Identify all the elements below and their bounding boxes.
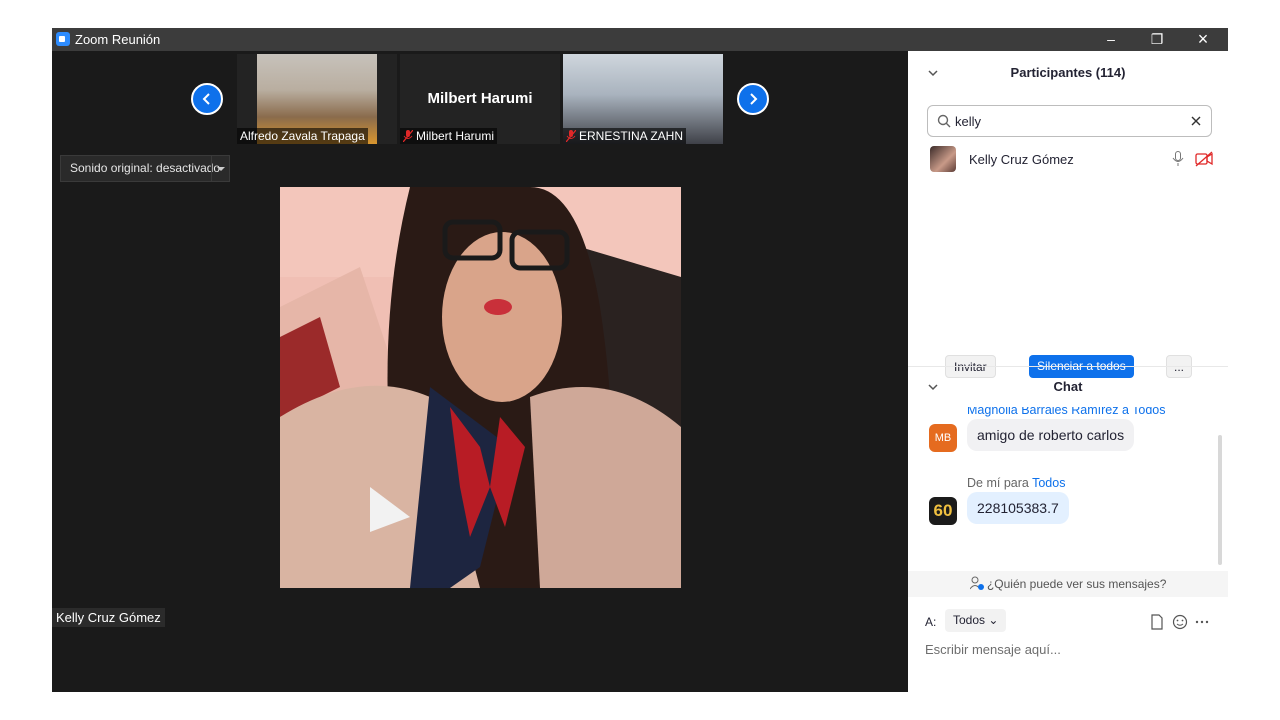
message-visibility-text: ¿Quién puede ver sus mensajes? (986, 577, 1167, 591)
chevron-right-icon (750, 93, 758, 105)
chevron-down-icon[interactable] (928, 68, 938, 78)
window-title: Zoom Reunión (75, 32, 161, 47)
minimize-icon[interactable]: – (1088, 28, 1134, 51)
chat-recipient: Todos (1132, 407, 1166, 417)
chevron-down-icon[interactable] (928, 382, 938, 392)
chevron-down-icon: ⌄ (988, 613, 999, 627)
video-off-icon[interactable] (1195, 151, 1213, 167)
participant-name-label: ERNESTINA ZAHN (563, 128, 687, 144)
participant-name: ERNESTINA ZAHN (579, 129, 684, 143)
side-panel: Participantes (114) kelly Kelly Cruz Góm… (908, 51, 1228, 692)
chat-message: amigo de roberto carlos (967, 419, 1135, 451)
chat-to-prefix: a (1121, 407, 1129, 417)
next-page-button[interactable] (737, 83, 769, 115)
recipient-select[interactable]: Todos ⌄ (945, 609, 1007, 632)
participant-name-label: Milbert Harumi (400, 128, 498, 144)
participant-name: Alfredo Zavala Trapaga (237, 128, 368, 144)
avatar: 60 (929, 497, 957, 525)
participant-thumbnail[interactable]: ERNESTINA ZAHN (563, 54, 723, 144)
recipient-value: Todos (953, 613, 986, 627)
chat-to-prefix: para (1003, 476, 1029, 490)
emoji-icon[interactable] (1172, 614, 1188, 630)
avatar: MB (929, 424, 957, 452)
participants-title: Participantes (114) (1010, 65, 1126, 80)
chat-title: Chat (1053, 379, 1083, 394)
mic-muted-icon (566, 130, 576, 142)
original-sound-label: Sonido original: desactivado (70, 161, 221, 175)
chevron-left-icon (202, 93, 210, 105)
search-icon (937, 114, 951, 128)
chat-message: 228105383.7 (967, 492, 1069, 524)
microphone-icon[interactable] (1172, 151, 1184, 167)
more-icon[interactable] (1195, 614, 1209, 630)
chat-recipient-row: A: Todos ⌄ (908, 607, 1228, 637)
chat-sender-line: Magnolia Barrales Ramírez a Todos (967, 407, 1166, 417)
participant-row[interactable]: Kelly Cruz Gómez (908, 144, 1228, 174)
mic-muted-icon (403, 130, 413, 142)
participant-row-name: Kelly Cruz Gómez (969, 152, 1074, 167)
video-stage: Alfredo Zavala Trapaga Milbert Harumi Mi… (52, 51, 908, 692)
chat-sender-line: De mí para Todos (967, 476, 1065, 490)
chat-sender: Magnolia Barrales Ramírez (967, 407, 1119, 417)
file-icon[interactable] (1150, 614, 1164, 630)
participant-display-name: Milbert Harumi (427, 90, 533, 107)
title-bar: Zoom Reunión – ❐ × (52, 28, 1228, 51)
person-info-icon (969, 576, 984, 590)
dropdown-caret-icon[interactable] (211, 156, 229, 181)
original-sound-button[interactable]: Sonido original: desactivado (60, 155, 231, 182)
message-visibility-link[interactable]: ¿Quién puede ver sus mensajes? (908, 571, 1228, 597)
chat-recipient[interactable]: Todos (1032, 476, 1065, 490)
active-speaker-video (280, 187, 681, 588)
restore-icon[interactable]: ❐ (1134, 28, 1180, 51)
active-speaker-name: Kelly Cruz Gómez (52, 608, 165, 627)
participant-search-input[interactable]: kelly (927, 105, 1212, 137)
clear-search-icon[interactable] (1189, 114, 1203, 128)
chat-sender: De mí (967, 476, 1001, 490)
speaker-video-image (280, 187, 681, 588)
zoom-window: Zoom Reunión – ❐ × Alfredo Zavala Trapag… (52, 28, 1228, 692)
recipient-label: A: (925, 615, 937, 629)
chat-scrollbar[interactable] (1218, 435, 1222, 565)
chat-message-input[interactable]: Escribir mensaje aquí... (925, 642, 1061, 657)
chat-header: Chat (908, 366, 1228, 406)
participants-header: Participantes (114) (908, 53, 1228, 93)
avatar (930, 146, 956, 172)
close-icon[interactable]: × (1180, 28, 1226, 51)
participant-thumbnail[interactable]: Milbert Harumi Milbert Harumi (400, 54, 560, 144)
participant-thumbnail[interactable]: Alfredo Zavala Trapaga (237, 54, 397, 144)
chat-message-list[interactable]: Magnolia Barrales Ramírez a Todos MB ami… (908, 407, 1228, 569)
previous-page-button[interactable] (191, 83, 223, 115)
participant-name: Milbert Harumi (416, 129, 495, 143)
zoom-app-icon (56, 32, 70, 46)
search-value: kelly (955, 114, 982, 129)
